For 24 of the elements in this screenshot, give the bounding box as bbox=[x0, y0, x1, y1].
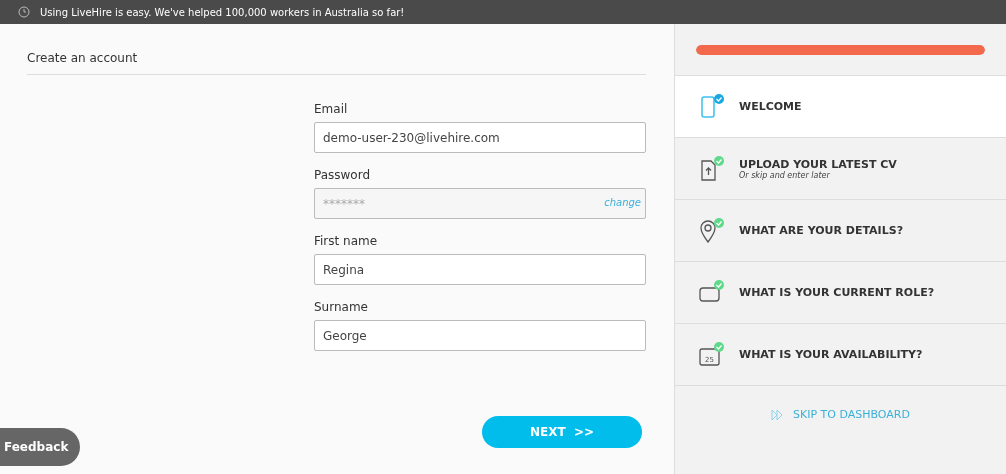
step-title: WHAT ARE YOUR DETAILS? bbox=[739, 224, 904, 237]
fast-forward-icon bbox=[771, 408, 783, 421]
form-title: Create an account bbox=[27, 24, 646, 75]
skip-text: SKIP TO DASHBOARD bbox=[793, 408, 910, 421]
step-item[interactable]: UPLOAD YOUR LATEST CV Or skip and enter later bbox=[675, 138, 1006, 200]
field-label: Password bbox=[314, 168, 372, 182]
input-field[interactable]: demo-user-230@livehire.com bbox=[314, 122, 646, 153]
banner-text: Using LiveHire is easy. We've helped 100,000 workers in Australia so far! bbox=[40, 6, 405, 18]
step-item[interactable]: WHAT IS YOUR CURRENT ROLE? bbox=[675, 262, 1006, 324]
step-title: WHAT IS YOUR AVAILABILITY? bbox=[739, 348, 923, 361]
step-item[interactable]: WELCOME bbox=[675, 76, 1006, 138]
field-label: Surname bbox=[314, 300, 369, 314]
step-title: WHAT IS YOUR CURRENT ROLE? bbox=[739, 286, 935, 299]
step-item[interactable]: WHAT ARE YOUR DETAILS? bbox=[675, 200, 1006, 262]
input-field[interactable]: Regina bbox=[314, 254, 646, 285]
field-label: First name bbox=[314, 234, 379, 248]
pin-icon bbox=[697, 216, 725, 245]
step-title: UPLOAD YOUR LATEST CV bbox=[739, 157, 897, 171]
step-title: WELCOME bbox=[739, 100, 802, 113]
input-field[interactable]: George bbox=[314, 320, 646, 351]
clock-icon bbox=[18, 6, 30, 18]
feedback-button[interactable]: Feedback bbox=[0, 428, 80, 466]
step-subtitle: Or skip and enter later bbox=[739, 170, 831, 180]
field-label: Email bbox=[314, 102, 349, 116]
